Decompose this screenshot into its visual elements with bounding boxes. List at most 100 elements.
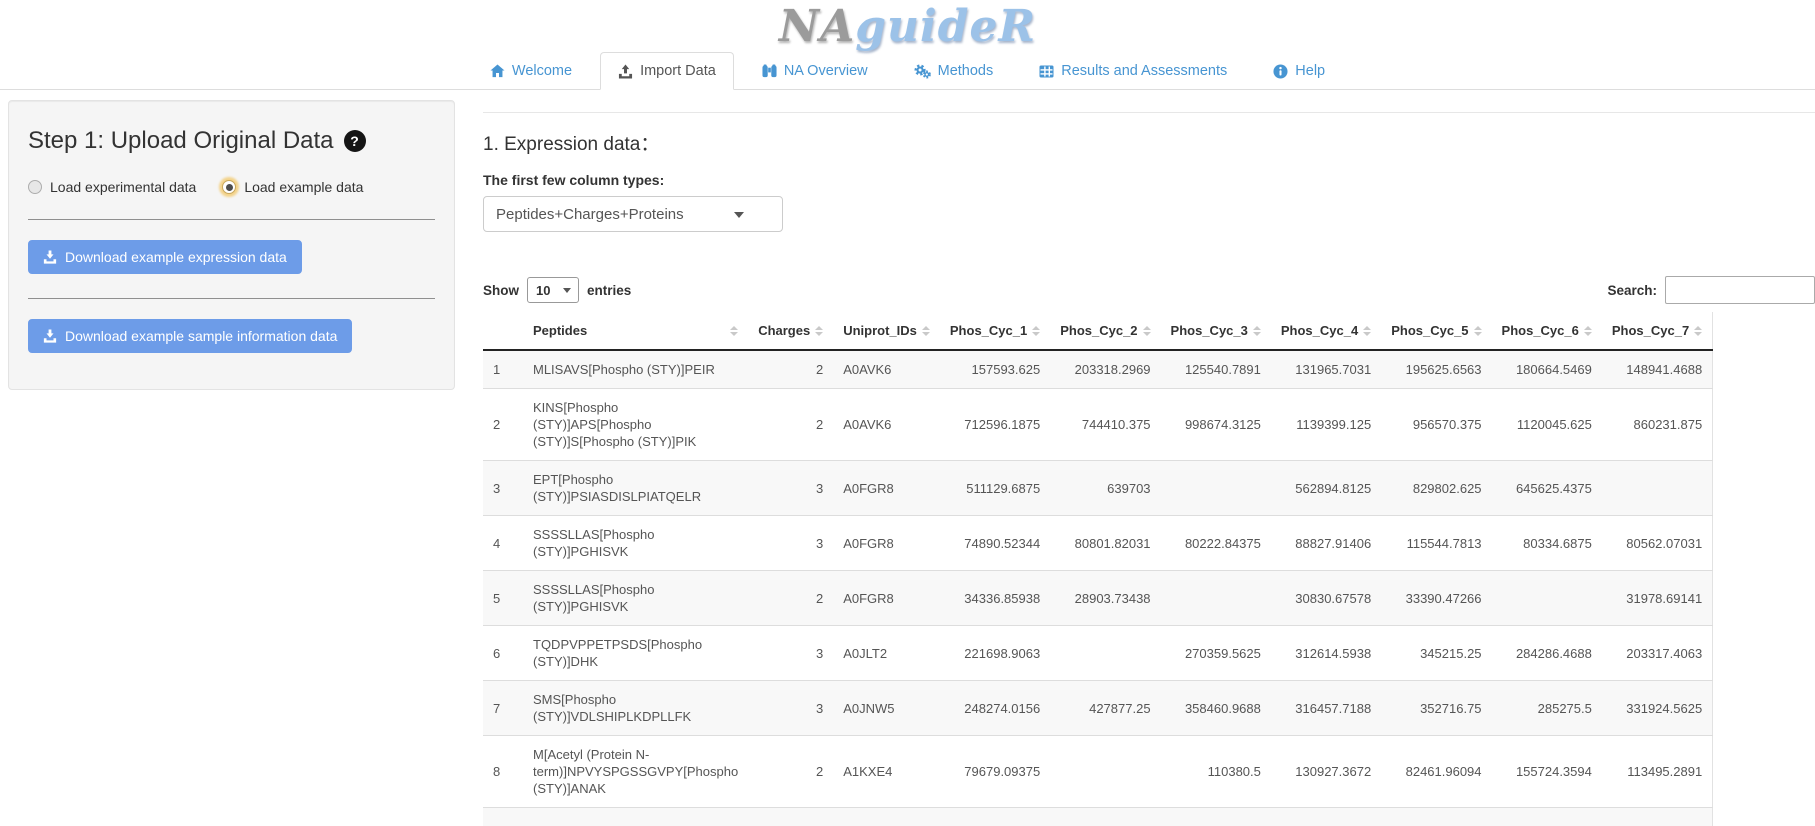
value-cell: 130927.3672 [1271, 736, 1381, 808]
peptide-cell: SMS[Phospho (STY)]VDLSHIPLKDPLLFK [523, 681, 748, 736]
search-input[interactable] [1665, 276, 1815, 304]
column-header-phos-cyc-7[interactable]: Phos_Cyc_7 [1602, 312, 1713, 350]
column-types-select[interactable]: Peptides+Charges+Proteins [483, 196, 783, 232]
value-cell: 1120045.625 [1492, 389, 1602, 461]
value-cell: 358460.9688 [1161, 681, 1271, 736]
cell [483, 808, 523, 826]
button-label: Download example expression data [65, 249, 287, 265]
row-number-cell: 5 [483, 571, 523, 626]
value-cell: 195625.6563 [1381, 350, 1491, 389]
sort-icon [1253, 326, 1261, 336]
charge-cell: 2 [748, 350, 833, 389]
cell [1050, 808, 1160, 826]
tab-import-data[interactable]: Import Data [600, 52, 734, 90]
value-cell: 712596.1875 [940, 389, 1050, 461]
charge-cell: 2 [748, 571, 833, 626]
download-icon [43, 250, 57, 264]
gears-icon [914, 64, 931, 79]
tab-methods[interactable]: Methods [896, 52, 1012, 90]
radio-load-experimental-data[interactable]: Load experimental data [28, 179, 196, 195]
value-cell: 34336.85938 [940, 571, 1050, 626]
row-number-cell: 1 [483, 350, 523, 389]
question-circle-icon[interactable]: ? [344, 130, 366, 152]
radio-label: Load example data [244, 179, 363, 195]
entries-select[interactable]: 10 [527, 277, 579, 303]
value-cell: 113495.2891 [1602, 736, 1713, 808]
value-cell: 80334.6875 [1492, 516, 1602, 571]
app-logo: NAguideR [93, 4, 1723, 50]
data-source-radios: Load experimental data Load example data [28, 179, 435, 195]
value-cell [1602, 461, 1713, 516]
column-header-phos-cyc-3[interactable]: Phos_Cyc_3 [1161, 312, 1271, 350]
sort-icon [815, 326, 823, 336]
info-icon [1273, 64, 1288, 79]
expression-table: Peptides Charges Uniprot_IDs Phos_Cyc_1 … [483, 312, 1713, 826]
uniprot-cell: A0AVK6 [833, 350, 940, 389]
sort-icon [1143, 326, 1151, 336]
column-header-phos-cyc-2[interactable]: Phos_Cyc_2 [1050, 312, 1160, 350]
table-row: 5SSSSLLAS[Phospho (STY)]PGHISVK2A0FGR834… [483, 571, 1713, 626]
column-header-peptides[interactable]: Peptides [523, 312, 748, 350]
peptide-cell: MLISAVS[Phospho (STY)]PEIR [523, 350, 748, 389]
tab-results-assessments[interactable]: Results and Assessments [1021, 52, 1245, 90]
divider [28, 298, 435, 299]
radio-load-example-data[interactable]: Load example data [222, 179, 363, 195]
logo-text-guider: guideR [855, 1, 1036, 52]
chevron-down-icon [734, 212, 744, 218]
divider [28, 219, 435, 220]
expression-table-body: 1MLISAVS[Phospho (STY)]PEIR2A0AVK6157593… [483, 350, 1713, 826]
cell [748, 808, 833, 826]
value-cell: 511129.6875 [940, 461, 1050, 516]
value-cell: 30830.67578 [1271, 571, 1381, 626]
column-header-phos-cyc-5[interactable]: Phos_Cyc_5 [1381, 312, 1491, 350]
tab-na-overview[interactable]: NA Overview [744, 52, 886, 90]
divider [483, 112, 1815, 113]
tab-welcome[interactable]: Welcome [472, 52, 590, 90]
column-header-uniprot-ids[interactable]: Uniprot_IDs [833, 312, 940, 350]
header: NAguideR [93, 4, 1723, 50]
charge-cell: 2 [748, 736, 833, 808]
value-cell: 312614.5938 [1271, 626, 1381, 681]
value-cell: 203317.4063 [1602, 626, 1713, 681]
uniprot-cell: A0FGR8 [833, 461, 940, 516]
column-header-charges[interactable]: Charges [748, 312, 833, 350]
datatable-controls: Show 10 entries Search: [483, 276, 1815, 304]
row-number-cell: 2 [483, 389, 523, 461]
panel-title-text: Step 1: Upload Original Data [28, 127, 334, 155]
value-cell: 345215.25 [1381, 626, 1491, 681]
tab-label: Import Data [640, 63, 716, 79]
value-cell: 285275.5 [1492, 681, 1602, 736]
peptide-cell: SSSSLLAS[Phospho (STY)]PGHISVK [523, 571, 748, 626]
sort-icon [1584, 326, 1592, 336]
uniprot-cell: A0FGR8 [833, 516, 940, 571]
sort-icon [1474, 326, 1482, 336]
logo-text-na: NA [779, 1, 855, 52]
value-cell: 79679.09375 [940, 736, 1050, 808]
row-number-cell: 7 [483, 681, 523, 736]
tab-help[interactable]: Help [1255, 52, 1343, 90]
value-cell: 639703 [1050, 461, 1160, 516]
cell [1381, 808, 1491, 826]
uniprot-cell: A0FGR8 [833, 571, 940, 626]
column-header-phos-cyc-1[interactable]: Phos_Cyc_1 [940, 312, 1050, 350]
column-header-phos-cyc-4[interactable]: Phos_Cyc_4 [1271, 312, 1381, 350]
peptide-cell: SSSSLLAS[Phospho (STY)]PGHISVK [523, 516, 748, 571]
table-row: 4SSSSLLAS[Phospho (STY)]PGHISVK3A0FGR874… [483, 516, 1713, 571]
value-cell: 125540.7891 [1161, 350, 1271, 389]
value-cell: 427877.25 [1050, 681, 1160, 736]
section-title: 1. Expression data： [483, 129, 1815, 156]
peptide-cell: KINS[Phospho (STY)]APS[Phospho (STY)]S[P… [523, 389, 748, 461]
uniprot-cell: A0JNW5 [833, 681, 940, 736]
value-cell [1492, 571, 1602, 626]
table-row-partial [483, 808, 1713, 826]
download-expression-data-button[interactable]: Download example expression data [28, 240, 302, 274]
value-cell: 180664.5469 [1492, 350, 1602, 389]
sort-icon [922, 326, 930, 336]
column-header-phos-cyc-6[interactable]: Phos_Cyc_6 [1492, 312, 1602, 350]
row-number-cell: 6 [483, 626, 523, 681]
cell [523, 808, 748, 826]
value-cell [1161, 461, 1271, 516]
download-sample-information-button[interactable]: Download example sample information data [28, 319, 352, 353]
value-cell: 998674.3125 [1161, 389, 1271, 461]
value-cell: 284286.4688 [1492, 626, 1602, 681]
